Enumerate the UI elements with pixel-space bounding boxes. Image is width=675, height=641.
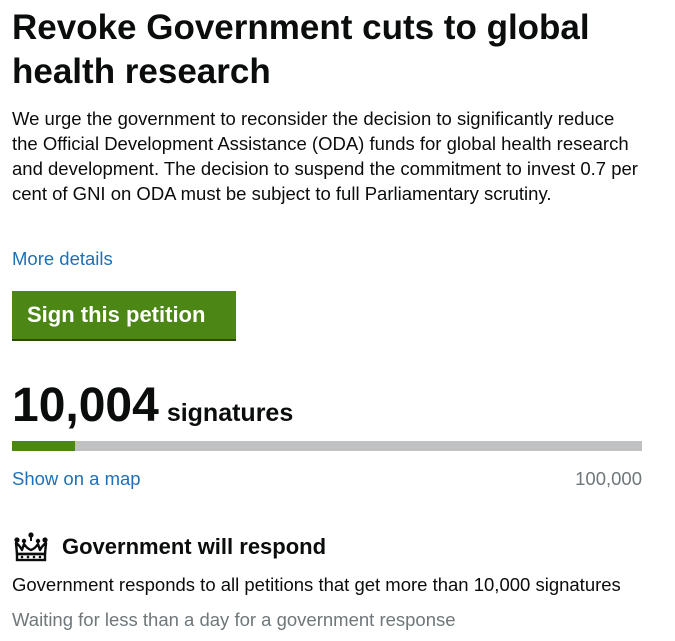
government-response-heading: Government will respond bbox=[12, 532, 326, 562]
signature-count: 10,004 signatures bbox=[12, 378, 293, 434]
show-on-map-link[interactable]: Show on a map bbox=[12, 468, 141, 490]
signature-progress-fill bbox=[12, 441, 76, 451]
sign-petition-button[interactable]: Sign this petition bbox=[12, 291, 236, 341]
petition-summary: We urge the government to reconsider the… bbox=[12, 108, 638, 204]
government-response-title: Government will respond bbox=[62, 534, 327, 559]
more-details-link[interactable]: More details bbox=[12, 248, 113, 270]
signature-count-label: signatures bbox=[166, 399, 294, 427]
signature-target: 100,000 bbox=[575, 468, 642, 489]
signature-count-number: 10,004 bbox=[12, 379, 159, 432]
signature-progress-bar bbox=[12, 441, 642, 451]
crown-icon bbox=[12, 532, 50, 562]
government-response-status: Waiting for less than a day for a govern… bbox=[12, 609, 456, 630]
government-response-description: Government responds to all petitions tha… bbox=[12, 574, 621, 595]
petition-title: Revoke Government cuts to global health … bbox=[12, 8, 590, 91]
